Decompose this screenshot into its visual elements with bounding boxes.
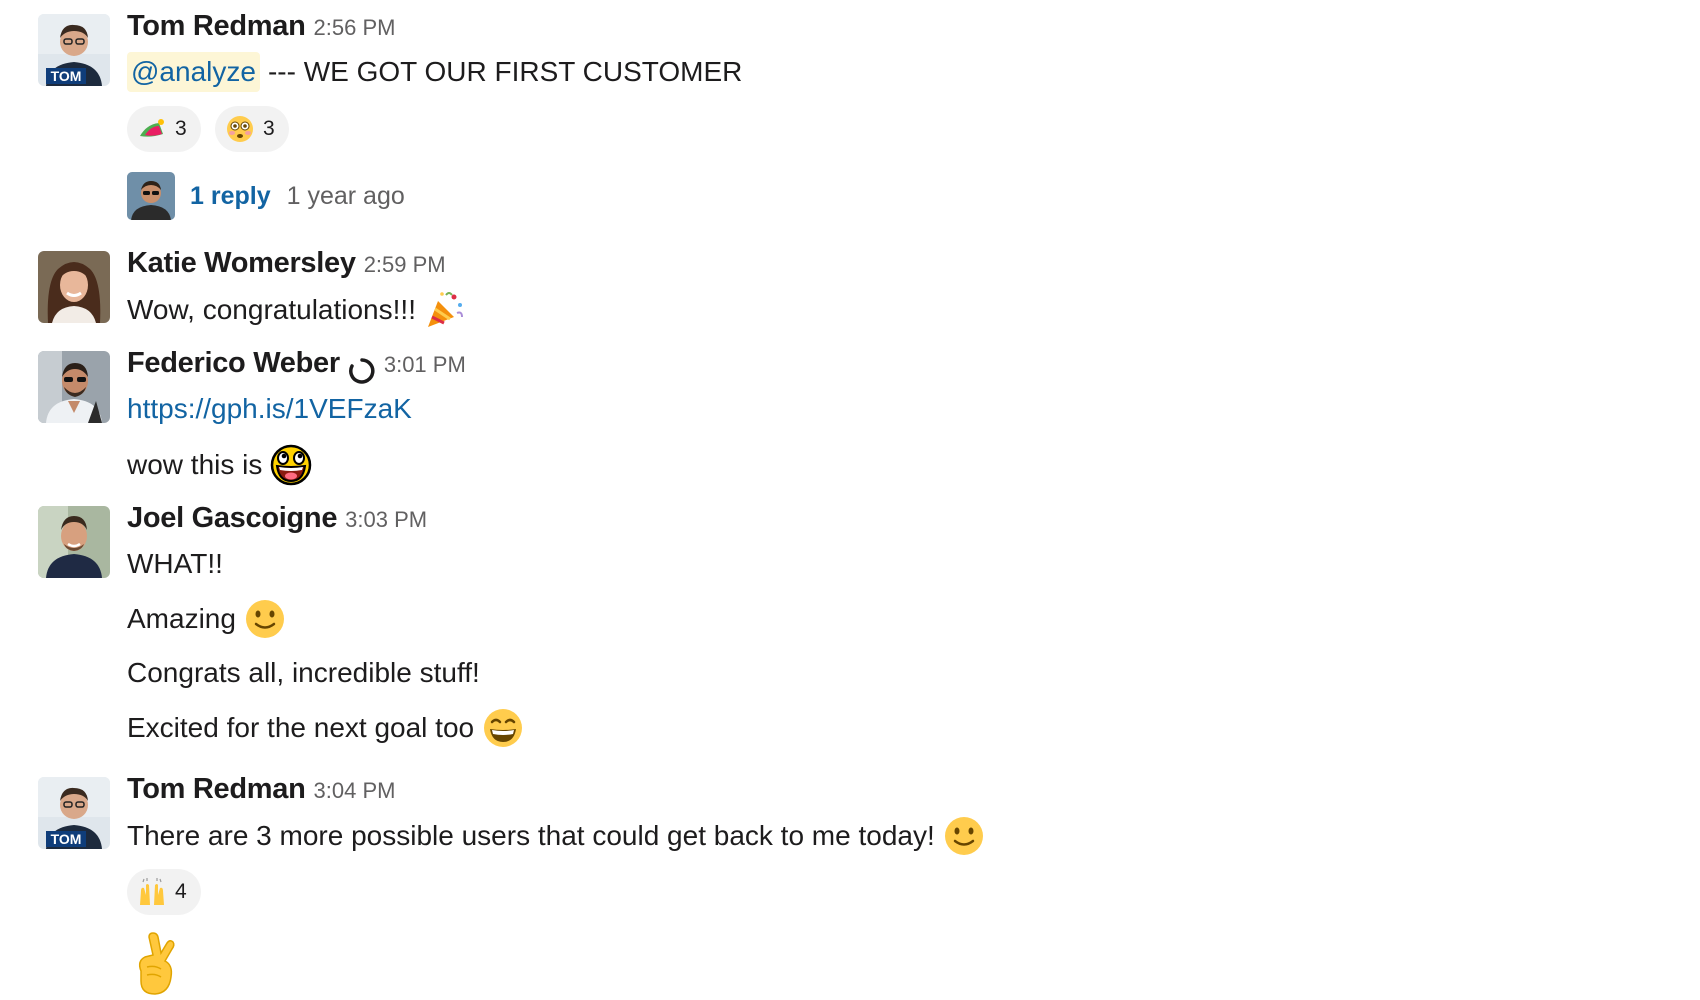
party-hat-icon	[137, 114, 167, 144]
avatar-katie-womersley[interactable]	[38, 251, 110, 323]
reaction-count: 3	[175, 117, 187, 140]
slightly-smiling-face-icon	[244, 598, 286, 640]
author-name[interactable]: Tom Redman	[127, 773, 306, 806]
timestamp[interactable]: 2:59 PM	[364, 252, 446, 278]
status-ring-icon[interactable]	[348, 357, 376, 385]
timestamp[interactable]: 3:03 PM	[345, 507, 427, 533]
thread-summary[interactable]: 1 reply 1 year ago	[127, 172, 405, 220]
author-name[interactable]: Katie Womersley	[127, 247, 356, 280]
grinning-face-icon	[482, 707, 524, 749]
message-body: Wow, congratulations!!!	[127, 294, 416, 325]
message-line: Amazing	[127, 598, 286, 640]
reaction-count: 4	[175, 880, 187, 903]
message-link-line: https://gph.is/1VEFzaK	[127, 389, 412, 429]
message-text: Wow, congratulations!!!	[127, 289, 466, 331]
message-line: Congrats all, incredible stuff!	[127, 653, 480, 693]
reaction-raised-hands[interactable]: 4	[127, 869, 201, 915]
author-name[interactable]: Federico Weber	[127, 347, 340, 380]
message-line: Excited for the next goal too	[127, 707, 524, 749]
message-header: Tom Redman 3:04 PM	[127, 773, 395, 813]
message-header: Joel Gascoigne 3:03 PM	[127, 502, 427, 542]
avatar-tom-redman[interactable]: TOM	[38, 14, 110, 86]
reply-count-link[interactable]: 1 reply	[190, 182, 271, 211]
awesome-face-icon	[270, 444, 312, 486]
message-body: wow this is	[127, 449, 263, 480]
flushed-face-icon	[225, 114, 255, 144]
timestamp[interactable]: 2:56 PM	[314, 15, 396, 41]
avatar-federico-weber[interactable]	[38, 351, 110, 423]
reaction-party-hat[interactable]: 3	[127, 106, 201, 152]
svg-text:TOM: TOM	[51, 68, 82, 84]
message-header: Katie Womersley 2:59 PM	[127, 247, 446, 287]
party-popper-icon	[424, 289, 466, 331]
message-header: Federico Weber 3:01 PM	[127, 347, 466, 387]
message-text: There are 3 more possible users that cou…	[127, 815, 985, 857]
crossed-fingers-icon	[127, 931, 187, 997]
author-name[interactable]: Tom Redman	[127, 10, 306, 43]
message-link[interactable]: https://gph.is/1VEFzaK	[127, 389, 412, 429]
avatar-tom-redman[interactable]: TOM	[38, 777, 110, 849]
user-mention[interactable]: @analyze	[127, 52, 260, 92]
message-line: WHAT!!	[127, 544, 223, 584]
reaction-count: 3	[263, 117, 275, 140]
message-header: Tom Redman 2:56 PM	[127, 10, 395, 50]
svg-text:TOM: TOM	[51, 831, 82, 847]
message-text: wow this is	[127, 444, 312, 486]
avatar-joel-gascoigne[interactable]	[38, 506, 110, 578]
reply-avatar	[127, 172, 175, 220]
message-body: Congrats all, incredible stuff!	[127, 657, 480, 688]
message-body: --- WE GOT OUR FIRST CUSTOMER	[267, 56, 743, 87]
message-body: Amazing	[127, 603, 236, 634]
message-body: WHAT!!	[127, 548, 223, 579]
timestamp[interactable]: 3:01 PM	[384, 352, 466, 378]
message-body: Excited for the next goal too	[127, 712, 475, 743]
message-text: @analyze --- WE GOT OUR FIRST CUSTOMER	[127, 52, 742, 92]
timestamp[interactable]: 3:04 PM	[314, 778, 396, 804]
reaction-flushed-face[interactable]: 3	[215, 106, 289, 152]
slightly-smiling-face-icon	[943, 815, 985, 857]
raised-hands-icon	[137, 877, 167, 907]
author-name[interactable]: Joel Gascoigne	[127, 502, 337, 535]
last-reply-time: 1 year ago	[286, 181, 405, 210]
message-body: There are 3 more possible users that cou…	[127, 820, 935, 851]
